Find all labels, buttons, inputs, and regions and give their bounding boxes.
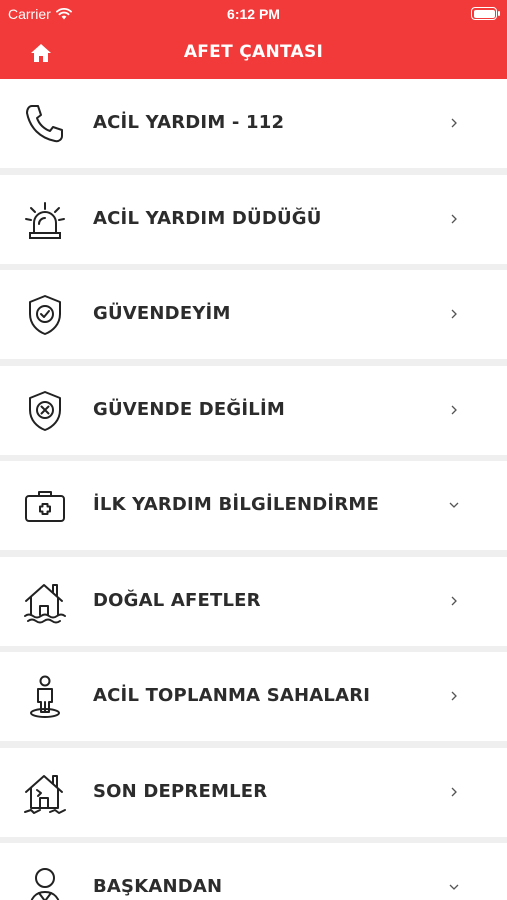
- cracked-house-icon: [22, 770, 68, 816]
- shield-check-icon: [22, 292, 68, 338]
- navigation-bar: AFET ÇANTASI: [0, 30, 507, 76]
- chevron-right-icon: [446, 688, 462, 704]
- chevron-right-icon: [446, 784, 462, 800]
- siren-icon: [22, 197, 68, 243]
- menu-item-label: GÜVENDE DEĞİLİM: [93, 398, 285, 420]
- menu-item-ilk-yardim-bilgilendirme[interactable]: İLK YARDIM BİLGİLENDİRME: [0, 461, 507, 550]
- phone-icon: [22, 101, 68, 147]
- page-title: AFET ÇANTASI: [183, 42, 324, 62]
- flooded-house-icon: [22, 579, 68, 625]
- menu-item-acil-yardim-dudugu[interactable]: ACİL YARDIM DÜDÜĞÜ: [0, 174, 507, 264]
- chevron-right-icon: [446, 115, 462, 131]
- menu-item-label: SON DEPREMLER: [93, 780, 268, 802]
- menu-item-label: BAŞKANDAN: [93, 876, 223, 897]
- first-aid-kit-icon: [22, 483, 68, 529]
- menu-item-label: ACİL YARDIM DÜDÜĞÜ: [93, 207, 322, 229]
- shield-x-icon: [22, 388, 68, 434]
- person-icon: [22, 865, 68, 900]
- menu-item-dogal-afetler[interactable]: DOĞAL AFETLER: [0, 556, 507, 646]
- chevron-right-icon: [446, 593, 462, 609]
- chevron-right-icon: [446, 306, 462, 322]
- menu-item-label: ACİL YARDIM - 112: [93, 112, 285, 133]
- chevron-right-icon: [446, 402, 462, 418]
- menu-item-baskandan[interactable]: BAŞKANDAN: [0, 843, 507, 900]
- menu-item-son-depremler[interactable]: SON DEPREMLER: [0, 747, 507, 837]
- menu-item-label: ACİL TOPLANMA SAHALARI: [93, 685, 371, 706]
- menu-item-guvende-degilim[interactable]: GÜVENDE DEĞİLİM: [0, 365, 507, 455]
- menu-item-acil-yardim-112[interactable]: ACİL YARDIM - 112: [0, 79, 507, 168]
- status-time: 6:12 PM: [227, 6, 280, 22]
- menu-item-label: İLK YARDIM BİLGİLENDİRME: [93, 494, 379, 515]
- chevron-down-icon: [446, 879, 462, 895]
- chevron-right-icon: [446, 211, 462, 227]
- menu-list: ACİL YARDIM - 112 ACİL YARDIM DÜDÜĞÜ GÜV…: [0, 79, 507, 900]
- battery-icon: [471, 7, 500, 20]
- app-header: Carrier 6:12 PM AFET ÇANTASI: [0, 0, 507, 79]
- menu-item-guvendeyim[interactable]: GÜVENDEYİM: [0, 270, 507, 359]
- menu-item-label: GÜVENDEYİM: [93, 303, 231, 324]
- person-pin-icon: [22, 674, 68, 720]
- status-bar: Carrier 6:12 PM: [0, 0, 507, 28]
- menu-item-acil-toplanma-sahalari[interactable]: ACİL TOPLANMA SAHALARI: [0, 652, 507, 741]
- menu-item-label: DOĞAL AFETLER: [93, 589, 261, 611]
- chevron-down-icon: [446, 497, 462, 513]
